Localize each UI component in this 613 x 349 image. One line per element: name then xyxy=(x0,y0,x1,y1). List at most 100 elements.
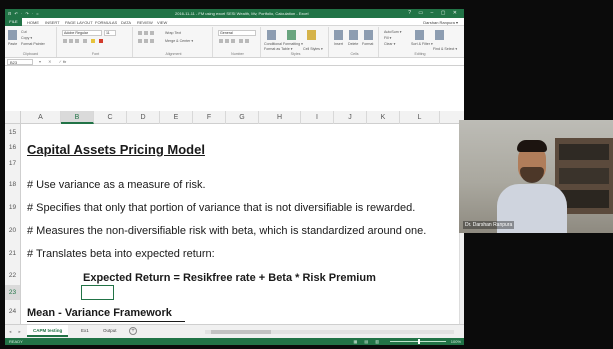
column-header-l[interactable]: L xyxy=(400,111,440,124)
underline-icon[interactable] xyxy=(75,39,79,43)
column-header-g[interactable]: G xyxy=(226,111,259,124)
tab-home[interactable]: HOME xyxy=(27,20,39,25)
format-painter-button[interactable]: Format Painter xyxy=(21,42,45,46)
format-as-table-icon[interactable] xyxy=(287,30,296,40)
column-header-d[interactable]: D xyxy=(127,111,160,124)
column-header-b[interactable]: B xyxy=(61,111,94,124)
find-select-icon[interactable] xyxy=(435,30,444,40)
column-header-i[interactable]: I xyxy=(301,111,334,124)
row-header-18[interactable]: 18 xyxy=(5,172,21,194)
cell-styles-button[interactable]: Cell Styles ▾ xyxy=(303,47,323,51)
view-buttons[interactable]: ▦ ▤ ▥ xyxy=(353,339,382,344)
number-format-select[interactable]: General xyxy=(218,30,256,36)
sort-filter-icon[interactable] xyxy=(415,30,424,40)
selected-cell-b23[interactable] xyxy=(81,285,114,300)
row-header-21[interactable]: 21 xyxy=(5,240,21,263)
select-all-corner[interactable] xyxy=(5,111,21,124)
delete-button[interactable]: Delete xyxy=(348,42,358,46)
presenter-beard xyxy=(520,167,544,183)
horizontal-scroll-thumb[interactable] xyxy=(211,330,271,334)
column-header-j[interactable]: J xyxy=(334,111,367,124)
alignment-label: Alignment xyxy=(165,52,182,56)
column-header-a[interactable]: A xyxy=(21,111,61,124)
fill-color-icon[interactable] xyxy=(91,39,95,43)
zoom-level[interactable]: 100% xyxy=(451,339,461,344)
fill-button[interactable]: Fill ▾ xyxy=(384,36,391,40)
tab-formulas[interactable]: FORMULAS xyxy=(95,20,117,25)
copy-button[interactable]: Copy ▾ xyxy=(21,36,32,40)
row-header-19[interactable]: 19 xyxy=(5,194,21,217)
cell-styles-icon[interactable] xyxy=(307,30,316,40)
column-header-c[interactable]: C xyxy=(94,111,127,124)
font-size-select[interactable]: 11 xyxy=(104,30,116,36)
insert-button[interactable]: Insert xyxy=(334,42,343,46)
align-left-icon[interactable] xyxy=(138,39,142,43)
worksheet-grid[interactable]: Capital Assets Pricing Model # Use varia… xyxy=(21,124,464,324)
row-header-16[interactable]: 16 xyxy=(5,141,21,155)
tab-page-layout[interactable]: PAGE LAYOUT xyxy=(65,20,93,25)
tab-insert[interactable]: INSERT xyxy=(45,20,60,25)
tab-file[interactable]: FILE xyxy=(5,18,22,26)
horizontal-scrollbar[interactable] xyxy=(205,330,454,334)
tab-review[interactable]: REVIEW xyxy=(137,20,153,25)
align-middle-icon[interactable] xyxy=(144,31,148,35)
bold-icon[interactable] xyxy=(63,39,67,43)
align-top-icon[interactable] xyxy=(138,31,142,35)
autosum-button[interactable]: AutoSum ▾ xyxy=(384,30,402,34)
percent-icon[interactable] xyxy=(225,39,229,43)
font-color-icon[interactable] xyxy=(99,39,103,43)
ribbon-tabs: FILE HOME INSERT PAGE LAYOUT FORMULAS DA… xyxy=(5,18,464,26)
sheet-tab-ex1[interactable]: Ex1 xyxy=(75,325,95,337)
column-header-h[interactable]: H xyxy=(259,111,301,124)
find-select-button[interactable]: Find & Select ▾ xyxy=(433,47,457,51)
align-right-icon[interactable] xyxy=(150,39,154,43)
increase-decimal-icon[interactable] xyxy=(239,39,243,43)
sheet-nav-arrows[interactable]: ◂ ▸ xyxy=(9,329,24,335)
format-button[interactable]: Format xyxy=(362,42,373,46)
quick-access-toolbar[interactable]: ⊟ ↶ · ↷ · = xyxy=(8,11,40,16)
column-header-e[interactable]: E xyxy=(160,111,193,124)
align-center-icon[interactable] xyxy=(144,39,148,43)
column-header-k[interactable]: K xyxy=(367,111,400,124)
formula-input[interactable] xyxy=(71,59,460,65)
borders-icon[interactable] xyxy=(83,39,87,43)
clear-button[interactable]: Clear ▾ xyxy=(384,42,395,46)
row-header-17[interactable]: 17 xyxy=(5,155,21,172)
add-sheet-button[interactable]: + xyxy=(129,327,137,335)
tab-data[interactable]: DATA xyxy=(121,20,131,25)
column-header-f[interactable]: F xyxy=(193,111,226,124)
sort-filter-button[interactable]: Sort & Filter ▾ xyxy=(411,42,433,46)
merge-center-button[interactable]: Merge & Center ▾ xyxy=(165,39,193,43)
delete-cells-icon[interactable] xyxy=(349,30,358,40)
formula-bar-buttons[interactable]: ▾ ✕ ✓ xyxy=(39,59,65,64)
paste-button[interactable]: Paste xyxy=(8,42,17,46)
row-header-23[interactable]: 23 xyxy=(5,285,21,300)
row-header-20[interactable]: 20 xyxy=(5,217,21,240)
align-bottom-icon[interactable] xyxy=(150,31,154,35)
cells-group: Insert Delete Format Cells xyxy=(331,27,379,57)
wrap-text-button[interactable]: Wrap Text xyxy=(165,31,181,35)
currency-icon[interactable] xyxy=(219,39,223,43)
font-name-select[interactable]: Adobe Regular xyxy=(62,30,102,36)
conditional-formatting-button[interactable]: Conditional Formatting ▾ xyxy=(264,42,303,46)
zoom-slider-knob[interactable] xyxy=(418,339,420,344)
row-header-22[interactable]: 22 xyxy=(5,263,21,285)
name-box[interactable]: B23 xyxy=(7,59,33,65)
comma-icon[interactable] xyxy=(231,39,235,43)
tab-view[interactable]: VIEW xyxy=(157,20,167,25)
sheet-tab-output[interactable]: Output xyxy=(97,325,123,337)
insert-function-icon[interactable]: fx xyxy=(63,59,66,64)
decrease-decimal-icon[interactable] xyxy=(245,39,249,43)
paste-icon[interactable] xyxy=(8,30,17,40)
format-cells-icon[interactable] xyxy=(364,30,373,40)
row-header-15[interactable]: 15 xyxy=(5,124,21,141)
insert-cells-icon[interactable] xyxy=(334,30,343,40)
sheet-tab-capm-testing[interactable]: CAPM testing xyxy=(27,325,69,337)
format-as-table-button[interactable]: Format as Table ▾ xyxy=(264,47,293,51)
conditional-formatting-icon[interactable] xyxy=(267,30,276,40)
cut-button[interactable]: Cut xyxy=(21,30,27,34)
user-account[interactable]: Darshan Ranpura ▾ xyxy=(423,20,458,25)
italic-icon[interactable] xyxy=(69,39,73,43)
window-controls[interactable]: ? ▭ – ▢ ✕ xyxy=(408,10,460,16)
row-header-24[interactable]: 24 xyxy=(5,300,21,324)
